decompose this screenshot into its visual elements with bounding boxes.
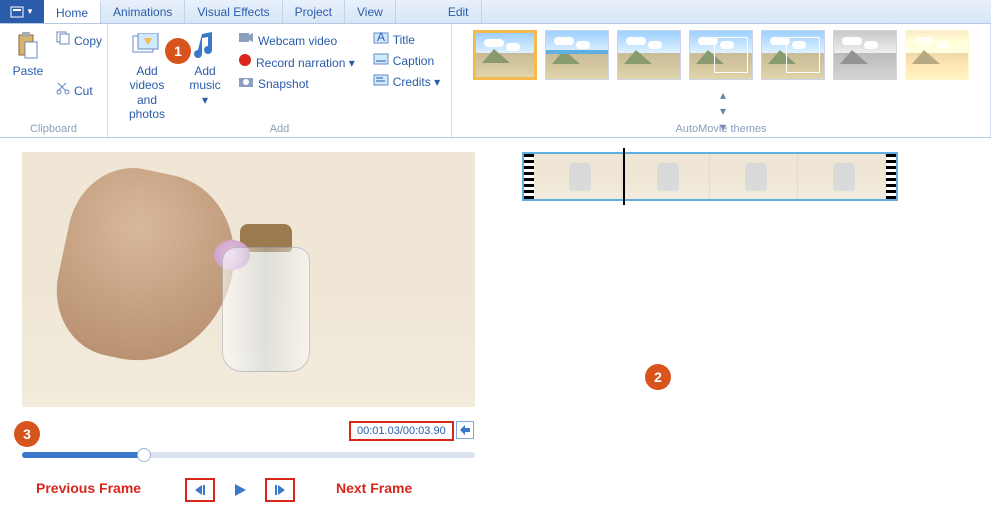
ribbon: Paste Copy Cut Clipboard Add videos and …: [0, 24, 991, 138]
timeline-playhead[interactable]: [623, 148, 625, 205]
credits-label: Credits ▾: [393, 73, 440, 91]
annotation-badge-3: 3: [14, 421, 40, 447]
snapshot-label: Snapshot: [258, 75, 309, 93]
webcam-button[interactable]: Webcam video: [236, 30, 357, 51]
next-frame-button[interactable]: [265, 478, 295, 502]
paste-icon: [12, 30, 44, 62]
snapshot-button[interactable]: Snapshot: [236, 74, 357, 94]
theme-scroll-up[interactable]: ▴: [720, 88, 726, 102]
tab-view[interactable]: View: [345, 0, 396, 23]
theme-thumb-2[interactable]: [617, 30, 681, 80]
themes-group-label: AutoMovie themes: [452, 123, 990, 135]
playback-controls: [185, 478, 295, 502]
snapshot-icon: [238, 75, 254, 93]
film-perforation-left: [524, 154, 534, 199]
add-videos-icon: [131, 30, 163, 62]
copy-icon: [56, 31, 70, 50]
paste-label: Paste: [13, 64, 44, 78]
title-bar: ▼ HomeAnimationsVisual EffectsProjectVie…: [0, 0, 991, 24]
theme-thumb-5[interactable]: [833, 30, 897, 80]
timeline-clip[interactable]: [522, 152, 898, 201]
annotation-badge-1: 1: [165, 38, 191, 64]
theme-thumb-4[interactable]: [761, 30, 825, 80]
credits-button[interactable]: Credits ▾: [371, 72, 442, 92]
title-icon: A: [373, 31, 389, 49]
film-perforation-right: [886, 154, 896, 199]
title-label: Title: [393, 31, 415, 49]
group-themes: ▴ ▾ ▾ AutoMovie themes: [452, 24, 991, 137]
add-music-button[interactable]: Add music ▾: [184, 28, 226, 109]
app-menu-button[interactable]: ▼: [0, 0, 44, 23]
record-label: Record narration ▾: [256, 54, 355, 72]
group-add: Add videos and photos Add music ▾ Webcam…: [108, 24, 452, 137]
add-group-label: Add: [108, 123, 451, 135]
caption-label: Caption: [393, 52, 434, 70]
time-display: 00:01.03/00:03.90: [349, 421, 454, 441]
copy-label: Copy: [74, 32, 102, 50]
caption-icon: [373, 52, 389, 70]
annotation-badge-2: 2: [645, 364, 671, 390]
play-button[interactable]: [225, 478, 255, 502]
prev-frame-button[interactable]: [185, 478, 215, 502]
next-frame-annotation: Next Frame: [336, 480, 412, 496]
fullscreen-button[interactable]: [456, 421, 474, 439]
video-preview[interactable]: [22, 152, 475, 407]
copy-button[interactable]: Copy: [54, 30, 104, 51]
prev-frame-annotation: Previous Frame: [36, 480, 141, 496]
title-button[interactable]: A Title: [371, 30, 442, 50]
theme-thumb-0[interactable]: [473, 30, 537, 80]
seek-slider[interactable]: [22, 452, 475, 458]
tab-animations[interactable]: Animations: [101, 0, 185, 23]
webcam-icon: [238, 31, 254, 50]
add-music-icon: [189, 30, 221, 62]
theme-thumb-6[interactable]: [905, 30, 969, 80]
tab-project[interactable]: Project: [283, 0, 345, 23]
svg-text:A: A: [377, 32, 385, 44]
tab-home[interactable]: Home: [44, 0, 101, 23]
tab-visual-effects[interactable]: Visual Effects: [185, 0, 282, 23]
record-icon: [238, 53, 252, 72]
group-clipboard: Paste Copy Cut Clipboard: [0, 24, 108, 137]
cut-label: Cut: [74, 82, 93, 100]
caption-button[interactable]: Caption: [371, 51, 442, 71]
add-videos-label: Add videos and photos: [120, 64, 174, 122]
record-button[interactable]: Record narration ▾: [236, 52, 357, 73]
paste-button[interactable]: Paste: [8, 28, 48, 80]
theme-thumb-1[interactable]: [545, 30, 609, 80]
theme-thumb-3[interactable]: [689, 30, 753, 80]
tab-edit[interactable]: Edit: [436, 0, 482, 23]
webcam-label: Webcam video: [258, 32, 337, 50]
add-music-label: Add music ▾: [188, 64, 222, 107]
cut-icon: [56, 81, 70, 100]
clipboard-group-label: Clipboard: [0, 123, 107, 135]
theme-scroll-down[interactable]: ▾: [720, 104, 726, 118]
cut-button[interactable]: Cut: [54, 80, 104, 101]
credits-icon: [373, 73, 389, 91]
